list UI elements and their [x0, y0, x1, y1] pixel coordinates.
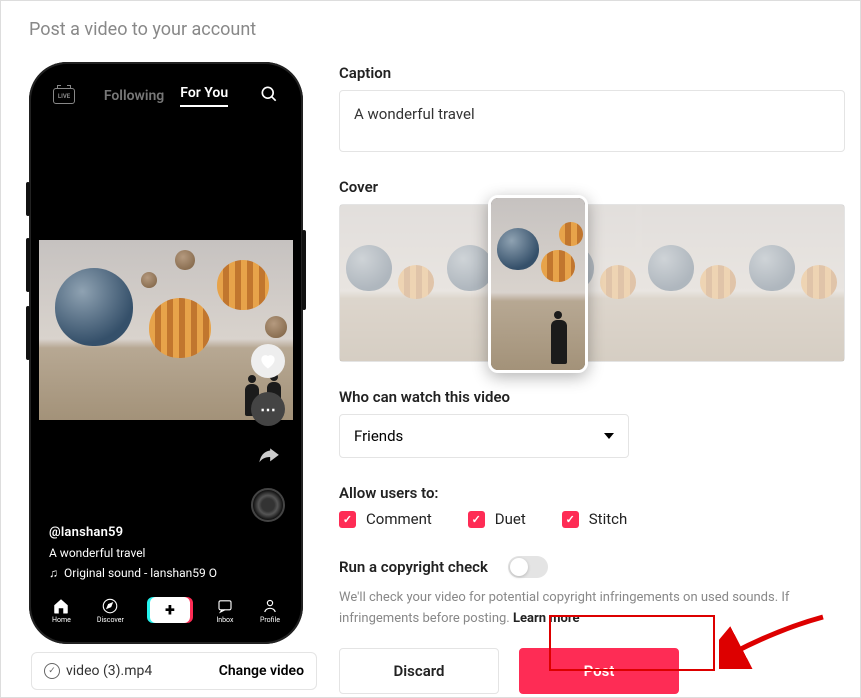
discard-button[interactable]: Discard [339, 648, 499, 694]
file-info: ✓ video (3).mp4 Change video [31, 652, 317, 690]
allow-comment[interactable]: ✓ Comment [339, 510, 432, 528]
cover-frame-handle[interactable] [488, 195, 588, 373]
music-note-icon: ♫ [49, 566, 58, 580]
share-icon[interactable] [251, 440, 285, 474]
checkbox-icon: ✓ [339, 511, 356, 528]
allow-stitch[interactable]: ✓ Stitch [562, 510, 627, 528]
checkbox-icon: ✓ [562, 511, 579, 528]
file-name: video (3).mp4 [66, 663, 152, 679]
copyright-help: We'll check your video for potential cop… [339, 588, 859, 630]
post-button[interactable]: Post [519, 648, 679, 694]
preview-username: @lanshan59 [49, 525, 245, 540]
checkbox-icon: ✓ [468, 511, 485, 528]
cover-selector[interactable] [339, 204, 845, 362]
like-icon[interactable] [251, 344, 285, 378]
nav-create[interactable]: + [150, 597, 190, 623]
caption-label: Caption [339, 64, 860, 82]
nav-home[interactable]: Home [52, 597, 71, 624]
search-icon[interactable] [259, 84, 279, 108]
allow-duet[interactable]: ✓ Duet [468, 510, 526, 528]
copyright-toggle[interactable] [508, 556, 548, 578]
tab-for-you[interactable]: For You [180, 85, 228, 107]
tab-following[interactable]: Following [104, 88, 164, 104]
preview-sound: ♫ Original sound - lanshan59 O [49, 566, 245, 580]
check-icon: ✓ [44, 663, 60, 679]
preview-caption: A wonderful travel [49, 546, 245, 560]
nav-inbox[interactable]: Inbox [216, 597, 234, 624]
learn-more-link[interactable]: Learn more [513, 611, 580, 626]
caption-input[interactable]: A wonderful travel [339, 90, 845, 152]
allow-label: Allow users to: [339, 484, 860, 502]
nav-discover[interactable]: Discover [97, 597, 124, 624]
nav-profile[interactable]: Profile [260, 597, 280, 624]
sound-disc-icon[interactable] [251, 488, 285, 522]
change-video-link[interactable]: Change video [219, 663, 304, 679]
video-preview[interactable]: ⋯ @lanshan59 A wonderful travel ♫ Origin… [39, 120, 293, 586]
privacy-select[interactable]: Friends [339, 414, 629, 458]
privacy-label: Who can watch this video [339, 388, 860, 406]
chevron-down-icon [604, 433, 614, 439]
copyright-label: Run a copyright check [339, 558, 488, 576]
cover-label: Cover [339, 178, 860, 196]
phone-preview: LIVE Following For You [29, 62, 303, 644]
privacy-value: Friends [354, 427, 403, 445]
live-icon[interactable]: LIVE [53, 88, 75, 104]
page-title: Post a video to your account [29, 19, 832, 40]
comment-icon[interactable]: ⋯ [251, 392, 285, 426]
